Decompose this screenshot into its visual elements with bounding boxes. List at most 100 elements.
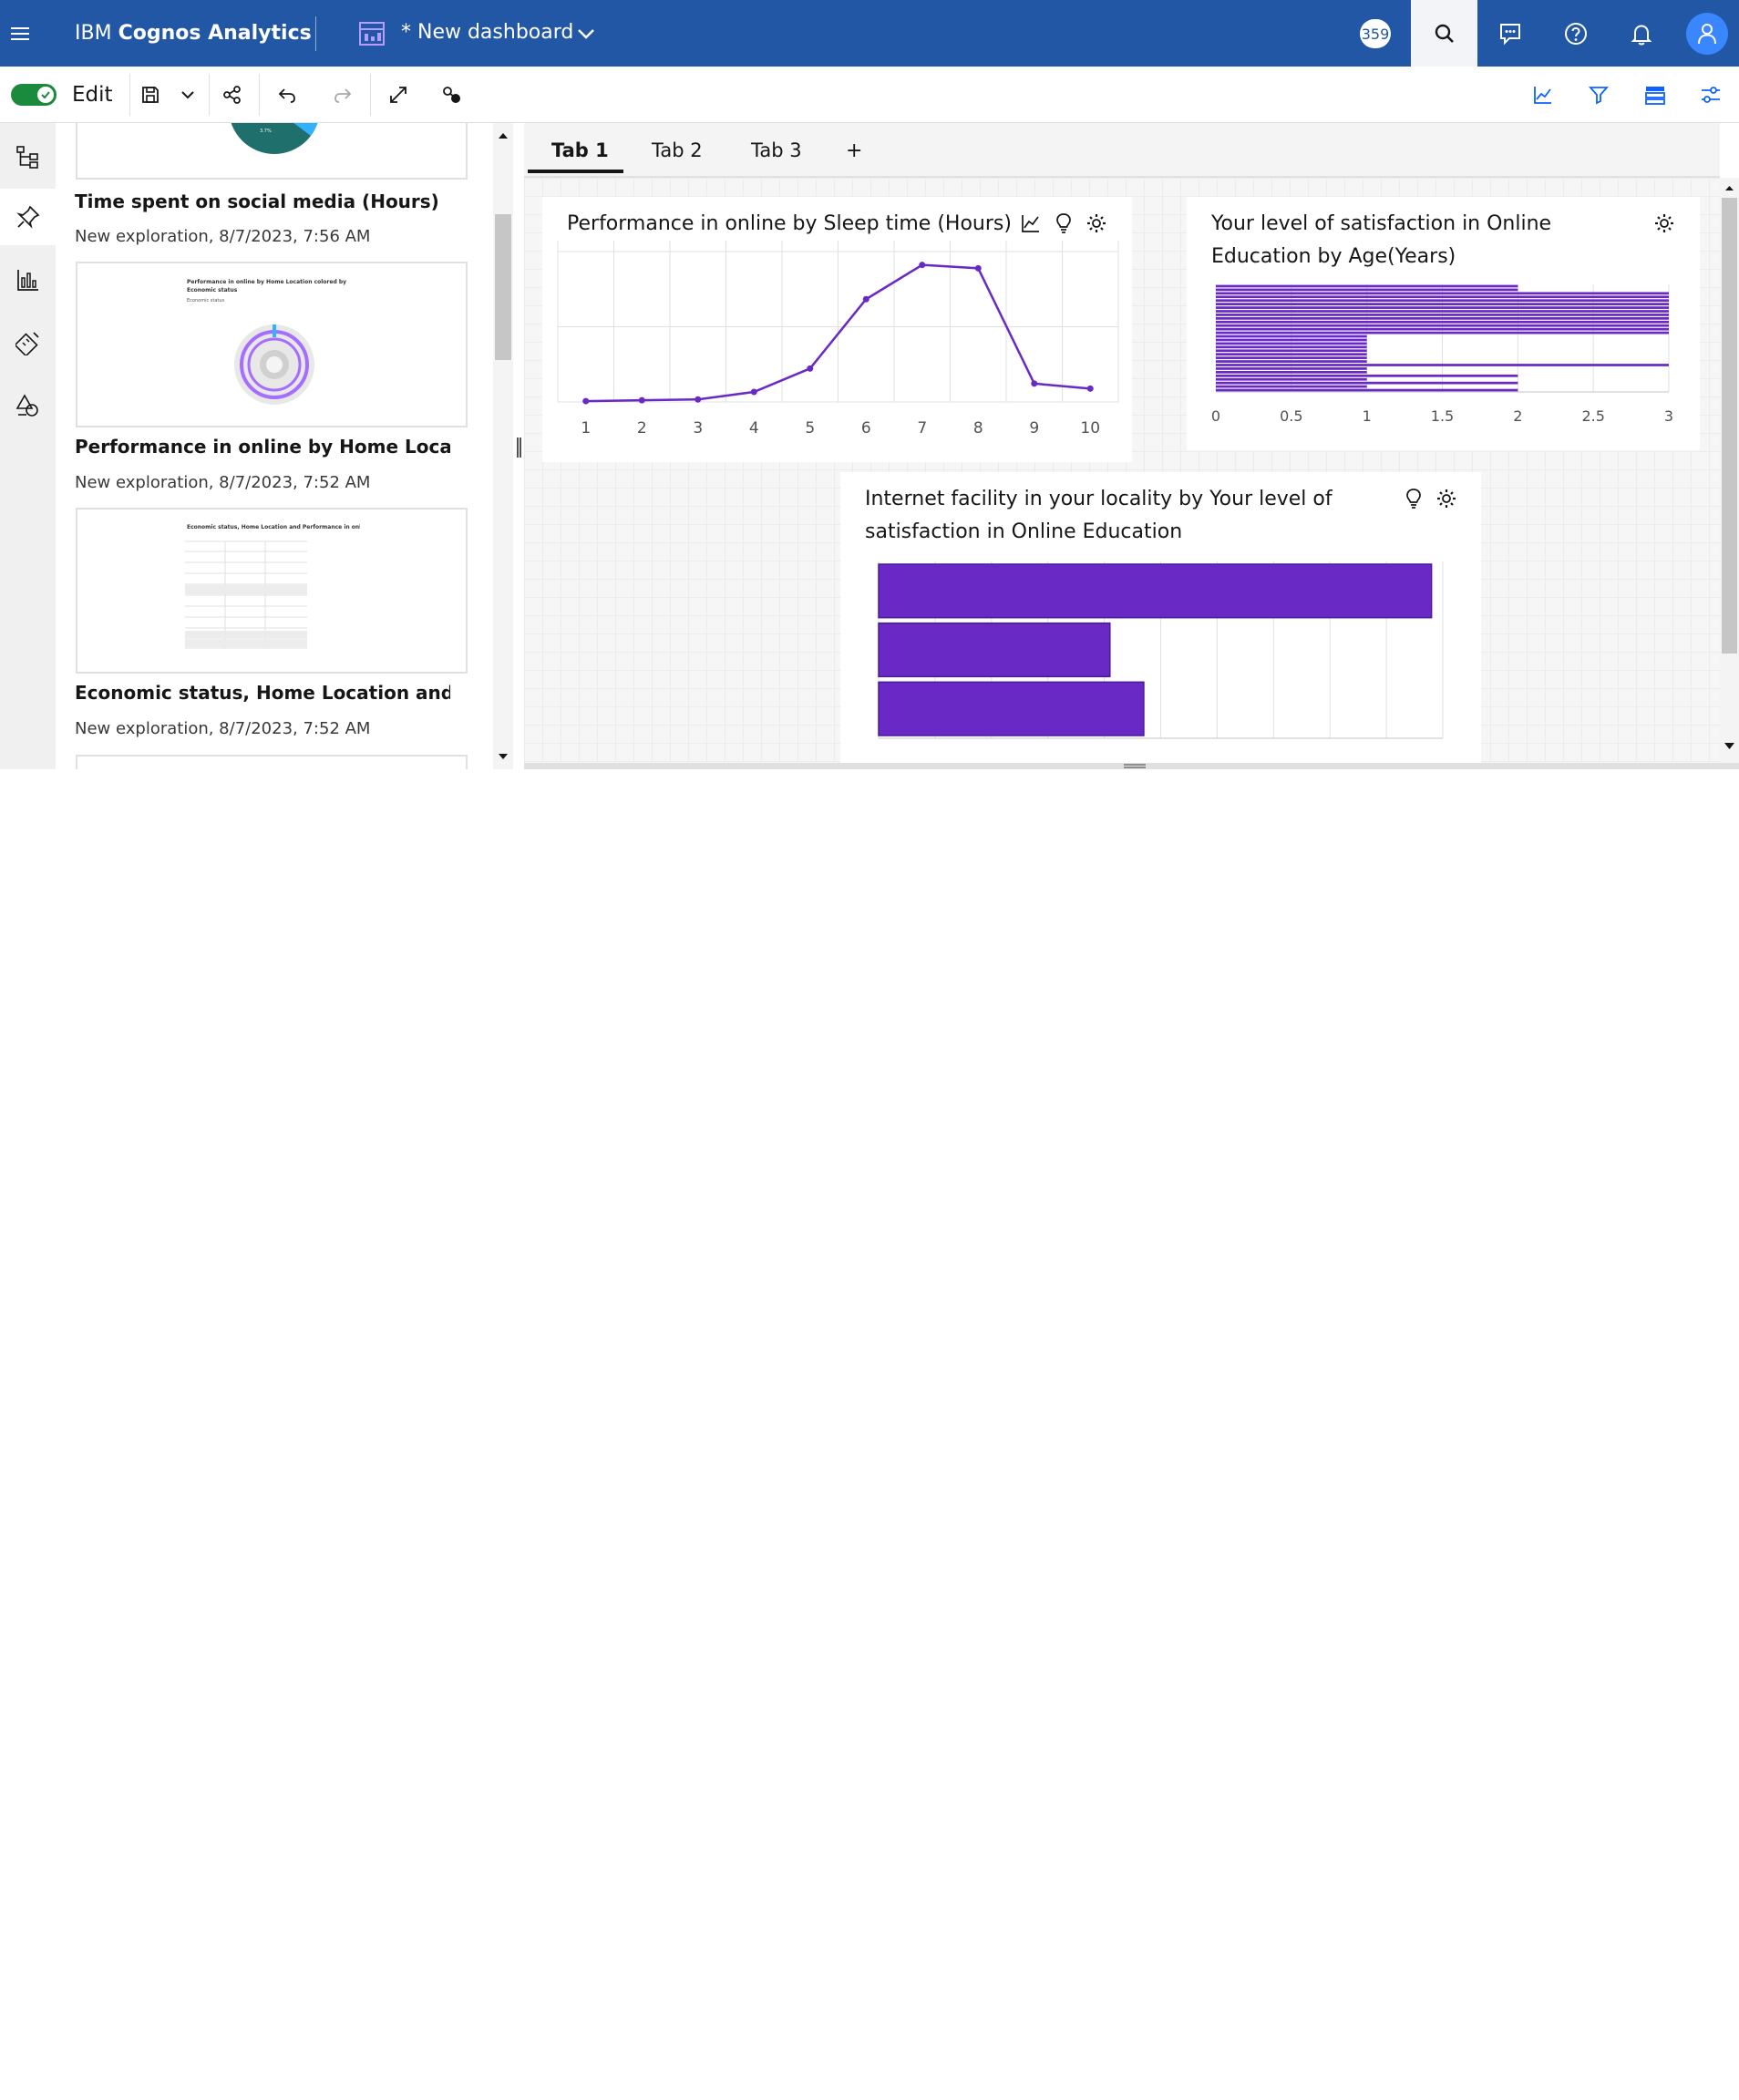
canvas-scroll-thumb[interactable] bbox=[1722, 198, 1737, 654]
save-button[interactable] bbox=[134, 78, 167, 111]
main-menu-button[interactable] bbox=[0, 0, 40, 67]
bar[interactable] bbox=[1216, 353, 1367, 356]
bar[interactable] bbox=[1216, 284, 1518, 288]
relationships-button[interactable] bbox=[436, 78, 468, 111]
add-tab-button[interactable]: + bbox=[846, 139, 862, 162]
bar[interactable] bbox=[1216, 327, 1669, 331]
bar[interactable] bbox=[1216, 338, 1367, 342]
bar[interactable] bbox=[1216, 360, 1367, 363]
toolbar-divider bbox=[370, 74, 371, 116]
bar[interactable] bbox=[1216, 320, 1669, 324]
widget-line-chart[interactable]: Performance in online by Sleep time (Hou… bbox=[542, 197, 1132, 462]
bar[interactable] bbox=[1216, 388, 1518, 392]
widget-bar-chart-age[interactable]: Your level of satisfaction in Online Edu… bbox=[1187, 197, 1700, 450]
bar[interactable] bbox=[1216, 356, 1367, 359]
rail-shapes[interactable] bbox=[0, 377, 56, 434]
rail-pins[interactable] bbox=[0, 189, 56, 245]
bar-chart[interactable] bbox=[840, 472, 1481, 763]
fullscreen-button[interactable] bbox=[382, 78, 415, 111]
pin-card-thumbnail[interactable]: Economic status, Home Location and Perfo… bbox=[76, 508, 468, 674]
help-button[interactable] bbox=[1543, 0, 1609, 67]
rail-data-sources[interactable] bbox=[0, 129, 56, 185]
canvas-scrollbar[interactable] bbox=[1720, 178, 1739, 763]
x-tick-label: 1 bbox=[581, 419, 591, 438]
bar-chart[interactable]: 0 0.5 1 1.5 2 2.5 3 bbox=[1187, 197, 1700, 450]
data-point[interactable] bbox=[862, 295, 870, 303]
pin-card-thumbnail[interactable]: Performance in online by Home Location c… bbox=[76, 262, 468, 427]
dashboard-title[interactable]: * New dashboard bbox=[401, 21, 573, 44]
bar[interactable] bbox=[1216, 342, 1367, 345]
bar[interactable] bbox=[1216, 288, 1518, 292]
bar[interactable] bbox=[878, 563, 1433, 619]
bar[interactable] bbox=[1216, 349, 1367, 353]
data-point[interactable] bbox=[919, 262, 926, 269]
data-point[interactable] bbox=[1086, 385, 1094, 392]
properties-button[interactable] bbox=[1694, 78, 1727, 111]
pin-card-thumbnail[interactable]: 3.7% bbox=[76, 123, 468, 180]
insights-button[interactable] bbox=[1527, 78, 1559, 111]
pin-card-title[interactable]: Economic status, Home Location and Perfo… bbox=[75, 682, 450, 704]
bar[interactable] bbox=[1216, 367, 1367, 370]
count-badge[interactable]: 359 bbox=[1360, 19, 1391, 48]
bar[interactable] bbox=[1216, 335, 1367, 338]
pin-card-title[interactable]: Performance in online by Home Location c… bbox=[75, 436, 450, 458]
chevron-down-icon[interactable] bbox=[574, 22, 598, 46]
pin-card-title[interactable]: Time spent on social media (Hours) bbox=[75, 190, 450, 212]
panel-resize-handle[interactable] bbox=[513, 123, 524, 769]
x-tick-label: 2 bbox=[1513, 407, 1522, 425]
bar[interactable] bbox=[1216, 314, 1669, 316]
search-icon bbox=[1435, 24, 1454, 43]
data-point[interactable] bbox=[638, 396, 645, 404]
bar[interactable] bbox=[1216, 292, 1669, 295]
save-options-button[interactable] bbox=[171, 78, 204, 111]
pin-card-thumbnail[interactable] bbox=[76, 755, 468, 769]
bar[interactable] bbox=[1216, 345, 1367, 349]
bar[interactable] bbox=[1216, 371, 1367, 374]
data-point[interactable] bbox=[582, 397, 590, 405]
bar[interactable] bbox=[1216, 381, 1518, 385]
bar[interactable] bbox=[878, 622, 1111, 678]
tab-strip: Tab 1 Tab 2 Tab 3 + bbox=[524, 123, 1720, 178]
share-button[interactable] bbox=[216, 78, 249, 111]
data-point[interactable] bbox=[695, 396, 702, 403]
search-button[interactable] bbox=[1411, 0, 1477, 67]
data-point[interactable] bbox=[974, 264, 982, 272]
panel-scrollbar[interactable] bbox=[493, 123, 513, 769]
bar[interactable] bbox=[1216, 364, 1669, 366]
bar[interactable] bbox=[1216, 374, 1518, 377]
bar[interactable] bbox=[1216, 306, 1669, 309]
bar[interactable] bbox=[878, 681, 1145, 736]
chat-button[interactable] bbox=[1477, 0, 1543, 67]
panel-scroll-thumb[interactable] bbox=[495, 214, 511, 360]
product-name[interactable]: IBM Cognos Analytics bbox=[75, 22, 312, 45]
filters-button[interactable] bbox=[1582, 78, 1615, 111]
user-avatar-button[interactable] bbox=[1686, 13, 1728, 55]
bar[interactable] bbox=[1216, 303, 1669, 305]
data-tray-button[interactable] bbox=[1639, 78, 1672, 111]
canvas-bottom-resize-bar[interactable] bbox=[524, 763, 1739, 769]
data-point[interactable] bbox=[750, 388, 757, 396]
tree-icon bbox=[15, 146, 38, 169]
data-point[interactable] bbox=[1031, 380, 1038, 387]
notifications-button[interactable] bbox=[1609, 0, 1674, 67]
bar[interactable] bbox=[1216, 324, 1669, 327]
scroll-down-icon bbox=[499, 754, 508, 759]
data-point[interactable] bbox=[807, 365, 814, 372]
bar[interactable] bbox=[1216, 331, 1669, 335]
rail-assets[interactable] bbox=[0, 314, 56, 371]
widget-bar-chart-internet[interactable]: Internet facility in your locality by Yo… bbox=[840, 472, 1481, 763]
bar[interactable] bbox=[1216, 295, 1669, 299]
tab-2[interactable]: Tab 2 bbox=[652, 139, 703, 161]
tab-1[interactable]: Tab 1 bbox=[551, 139, 609, 161]
bar[interactable] bbox=[1216, 299, 1669, 303]
rail-visualizations[interactable] bbox=[0, 252, 56, 308]
bar[interactable] bbox=[1216, 377, 1367, 381]
bar[interactable] bbox=[1216, 317, 1669, 320]
edit-mode-toggle[interactable] bbox=[11, 84, 57, 106]
bar[interactable] bbox=[1216, 385, 1367, 388]
line-chart[interactable]: 1 2 3 4 5 6 7 8 9 10 bbox=[542, 197, 1132, 462]
bar[interactable] bbox=[1216, 310, 1669, 313]
undo-button[interactable] bbox=[271, 78, 304, 111]
tab-3[interactable]: Tab 3 bbox=[751, 139, 802, 161]
redo-button[interactable] bbox=[326, 78, 359, 111]
